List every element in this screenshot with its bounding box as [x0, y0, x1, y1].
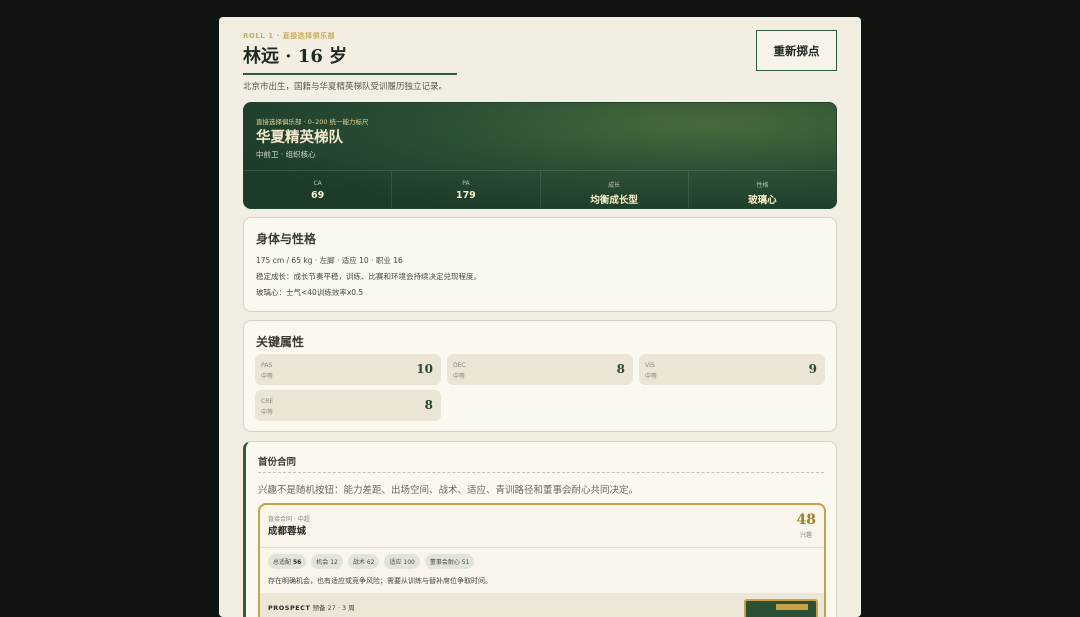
stat-value: 玻璃心 [748, 195, 777, 206]
reroll-button[interactable]: 重新掷点 [756, 30, 837, 71]
stat-label: 成长 [608, 182, 621, 189]
fit-chip-opportunity: 机会 12 [311, 554, 343, 569]
stat-growth: 成长 均衡成长型 [539, 171, 688, 208]
stat-value: 69 [311, 190, 325, 201]
fit-chip-tactics: 战术 62 [347, 554, 380, 569]
attribute-value: 8 [424, 398, 433, 412]
offer-kicker: 直接合同 · 中超 [268, 516, 310, 523]
attribute-code: PAS [261, 362, 273, 369]
club-card: 直接选择俱乐部 · 0–200 统一能力标尺 华夏精英梯队 中前卫 · 组织核心… [243, 102, 837, 209]
attribute-value: 9 [808, 362, 817, 376]
dashed-divider [258, 472, 824, 473]
attribute-code: DEC [453, 362, 466, 369]
attribute-grade: 中等 [453, 373, 466, 380]
attribute-value: 10 [416, 362, 433, 376]
player-origin-text: 北京市出生，国籍与华夏精英梯队受训履历独立记录。 [243, 82, 448, 92]
card-title: 关键属性 [256, 335, 305, 349]
card-title: 身体与性格 [256, 232, 317, 246]
offer-note: 存在明确机会，也有适应或竞争风险；需要从训练与替补席位争取时间。 [268, 577, 492, 585]
prospect-text: PROSPECT 预备 27 · 3 周 [268, 604, 355, 612]
player-profile-page: ROLL 1 · 直接选择俱乐部 林远 · 16 岁 北京市出生，国籍与华夏精英… [219, 17, 861, 617]
interest-label: 兴趣 [799, 532, 812, 539]
body-personality-card: 身体与性格 175 cm / 65 kg · 左脚 · 适应 10 · 职业 1… [243, 217, 837, 312]
prospect-row: PROSPECT 预备 27 · 3 周 [260, 593, 824, 617]
offer-divider [260, 547, 824, 548]
attribute-value: 8 [616, 362, 625, 376]
attribute-grade: 中等 [645, 373, 658, 380]
contract-description: 兴趣不是随机按钮：能力差距、出场空间、战术、适应、青训路径和董事会耐心共同决定。 [258, 485, 639, 496]
stat-value: 179 [455, 190, 476, 201]
first-contract-card: 首份合同 兴趣不是随机按钮：能力差距、出场空间、战术、适应、青训路径和董事会耐心… [243, 441, 837, 617]
attribute-code: CRE [261, 398, 274, 405]
attribute-grade: 中等 [261, 373, 274, 380]
offer-club-name: 成都蓉城 [268, 526, 307, 537]
club-role: 中前卫 · 组织核心 [256, 150, 316, 159]
attribute-tile: CRE 中等 8 [255, 390, 441, 421]
fit-chip-adaptation: 适应 100 [384, 554, 420, 569]
stat-row: CA 69 PA 179 成长 均衡成长型 性格 玻璃心 [244, 170, 836, 208]
club-name: 华夏精英梯队 [256, 129, 343, 146]
card-title: 首份合同 [258, 457, 297, 468]
stat-personality: 性格 玻璃心 [687, 171, 836, 208]
stat-label: CA [313, 180, 322, 187]
attribute-code: VIS [645, 362, 655, 369]
body-measurements: 175 cm / 65 kg · 左脚 · 适应 10 · 职业 16 [256, 256, 403, 265]
prospect-badge[interactable] [744, 599, 818, 617]
growth-description: 稳定成长：成长节奏平稳，训练、比赛和环境会持续决定兑现程度。 [256, 272, 481, 281]
fit-chip-total: 总适配 56 [268, 554, 307, 569]
contract-offer-card[interactable]: 直接合同 · 中超 成都蓉城 48 兴趣 总适配 56 机会 12 战术 62 … [258, 503, 826, 617]
stat-label: PA [462, 180, 470, 187]
fit-chips: 总适配 56 机会 12 战术 62 适应 100 董事会耐心 51 [268, 554, 475, 569]
player-name: 林远 · 16 岁 [243, 46, 348, 67]
stat-pa: PA 179 [391, 171, 539, 208]
stat-label: 性格 [756, 182, 769, 189]
roll-label: ROLL 1 · 直接选择俱乐部 [243, 32, 336, 40]
key-attributes-card: 关键属性 PAS 中等 10 DEC 中等 8 VIS 中等 9 CRE 中等 … [243, 320, 837, 432]
attribute-grade: 中等 [261, 409, 274, 416]
attribute-tile: PAS 中等 10 [255, 354, 441, 385]
personality-description: 玻璃心：士气<40训练效率x0.5 [256, 288, 364, 297]
stat-value: 均衡成长型 [590, 195, 638, 206]
attribute-tile: VIS 中等 9 [639, 354, 825, 385]
attribute-tile: DEC 中等 8 [447, 354, 633, 385]
interest-score: 48 [796, 512, 816, 528]
fit-chip-board-patience: 董事会耐心 51 [424, 554, 475, 569]
club-kicker: 直接选择俱乐部 · 0–200 统一能力标尺 [256, 118, 369, 126]
header-divider [243, 73, 457, 75]
stat-ca: CA 69 [244, 171, 391, 208]
